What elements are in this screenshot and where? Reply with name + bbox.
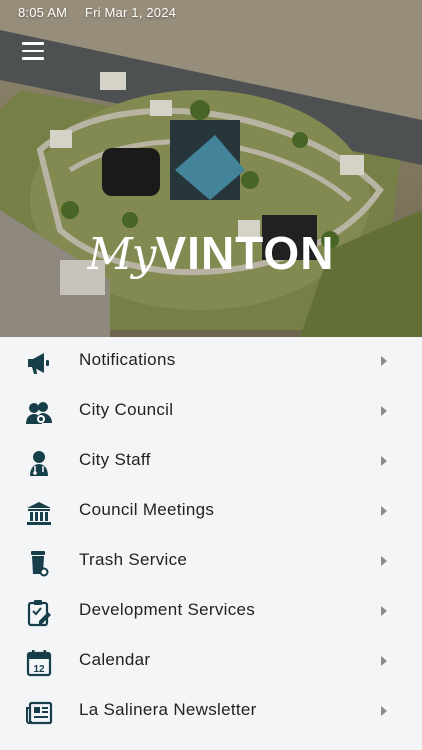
chevron-right-icon [381, 706, 387, 716]
menu-item-label: Trash Service [79, 550, 188, 569]
clipboard-icon [25, 599, 53, 627]
menu-item-council-meetings[interactable]: Council Meetings [0, 487, 422, 537]
calendar-icon: 12 [25, 649, 53, 677]
trash-bin-icon [25, 549, 53, 577]
chevron-right-icon [381, 606, 387, 616]
chevron-right-icon [381, 656, 387, 666]
menu-item-trash-service[interactable]: Trash Service [0, 537, 422, 587]
newspaper-icon [25, 699, 53, 727]
menu-item-city-council[interactable]: City Council [0, 387, 422, 437]
staff-icon [25, 449, 53, 477]
menu-item-development-services[interactable]: Development Services [0, 587, 422, 637]
chevron-right-icon [381, 506, 387, 516]
menu-item-label: Notifications [79, 350, 176, 369]
chevron-right-icon [381, 556, 387, 566]
aerial-park-photo [0, 0, 422, 337]
main-menu: Notifications City Council City Staff Co… [0, 337, 422, 750]
menu-item-label: Development Services [79, 600, 256, 619]
menu-item-city-staff[interactable]: City Staff [0, 437, 422, 487]
logo-my: My [87, 229, 157, 280]
menu-item-label: City Staff [79, 450, 151, 469]
logo-name: VINTON [155, 227, 335, 279]
menu-item-la-salinera-newsletter[interactable]: La Salinera Newsletter [0, 687, 422, 737]
menu-item-label: City Council [79, 400, 174, 419]
menu-item-label: Council Meetings [79, 500, 215, 519]
hero-banner: 8:05 AM Fri Mar 1, 2024 MyVINTON [0, 0, 422, 337]
menu-item-calendar[interactable]: 12 Calendar [0, 637, 422, 687]
app-logo: MyVINTON [0, 226, 422, 280]
chevron-right-icon [381, 406, 387, 416]
menu-item-label: La Salinera Newsletter [79, 700, 257, 719]
hamburger-menu-icon[interactable] [22, 42, 44, 60]
status-time: 8:05 AM [18, 5, 68, 20]
megaphone-icon [25, 349, 53, 377]
menu-item-notifications[interactable]: Notifications [0, 337, 422, 387]
chevron-right-icon [381, 356, 387, 366]
menu-item-label: Calendar [79, 650, 151, 669]
status-bar: 8:05 AM Fri Mar 1, 2024 [18, 5, 190, 20]
status-date: Fri Mar 1, 2024 [84, 5, 177, 20]
chevron-right-icon [381, 456, 387, 466]
svg-text:12: 12 [33, 664, 45, 675]
council-icon [25, 399, 53, 427]
building-icon [25, 499, 53, 527]
